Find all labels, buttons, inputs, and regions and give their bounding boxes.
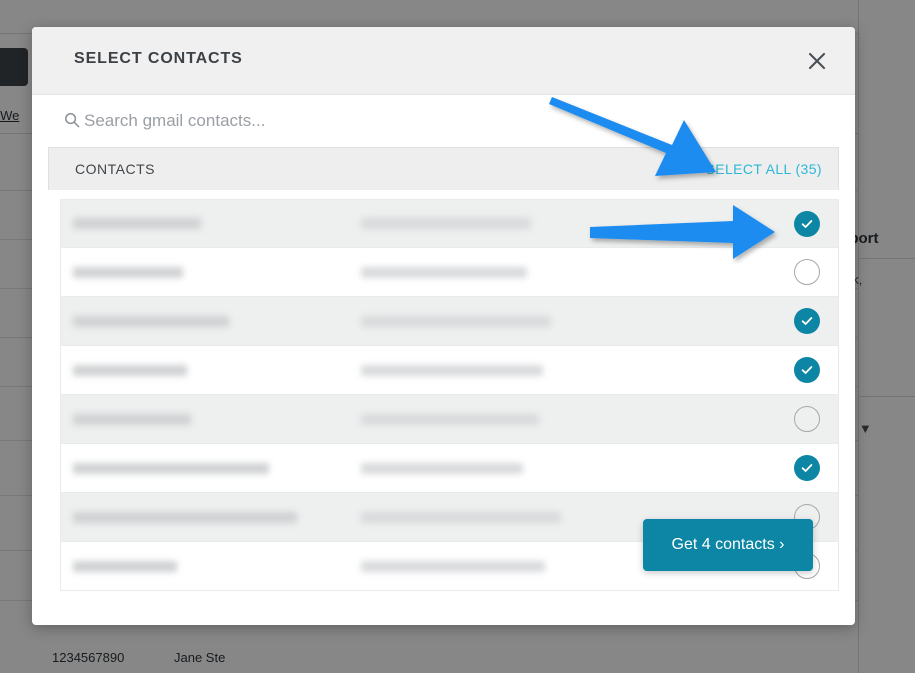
modal-title: SELECT CONTACTS xyxy=(74,50,243,67)
select-all-link[interactable]: SELECT ALL (35) xyxy=(705,161,822,177)
contact-email xyxy=(361,315,551,327)
contacts-list-header: CONTACTS SELECT ALL (35) xyxy=(48,147,839,190)
check-icon xyxy=(801,464,813,472)
check-icon xyxy=(801,219,813,228)
check-icon xyxy=(801,317,813,325)
contact-email xyxy=(361,364,543,376)
contact-name xyxy=(73,315,229,327)
screen-root: s We mport utlook, . TES ▼ 1234567890 Ja… xyxy=(0,0,915,673)
contact-row[interactable] xyxy=(60,248,839,297)
contacts-header-label: CONTACTS xyxy=(75,161,155,177)
contact-email xyxy=(361,560,545,572)
close-icon[interactable] xyxy=(801,45,833,77)
search-icon xyxy=(64,112,80,128)
contact-name xyxy=(73,462,269,474)
contact-name xyxy=(73,413,191,425)
contact-row[interactable] xyxy=(60,444,839,493)
contact-email xyxy=(361,266,527,278)
contact-name xyxy=(73,364,187,376)
contact-checkbox-checked[interactable] xyxy=(794,308,820,334)
search-row xyxy=(32,95,855,147)
modal-header: SELECT CONTACTS xyxy=(32,27,855,95)
select-contacts-modal: SELECT CONTACTS CONTACTS SELECT ALL (35) xyxy=(32,27,855,625)
contact-row[interactable] xyxy=(60,199,839,248)
contact-email xyxy=(361,413,539,425)
contact-email xyxy=(361,511,561,523)
search-input[interactable] xyxy=(84,107,584,135)
contact-checkbox-unchecked[interactable] xyxy=(794,406,820,432)
get-contacts-button[interactable]: Get 4 contacts › xyxy=(643,519,813,571)
contact-name xyxy=(73,218,201,229)
check-icon xyxy=(801,366,813,374)
contact-name xyxy=(73,560,177,572)
contact-name xyxy=(73,511,297,523)
contact-name xyxy=(73,266,183,278)
contact-email xyxy=(361,462,523,474)
contact-checkbox-checked[interactable] xyxy=(794,210,820,237)
contact-checkbox-unchecked[interactable] xyxy=(794,259,820,285)
contact-checkbox-checked[interactable] xyxy=(794,357,820,383)
contact-row[interactable] xyxy=(60,297,839,346)
contact-checkbox-checked[interactable] xyxy=(794,455,820,481)
contact-row[interactable] xyxy=(60,346,839,395)
contact-email xyxy=(361,218,531,229)
contact-row[interactable] xyxy=(60,395,839,444)
